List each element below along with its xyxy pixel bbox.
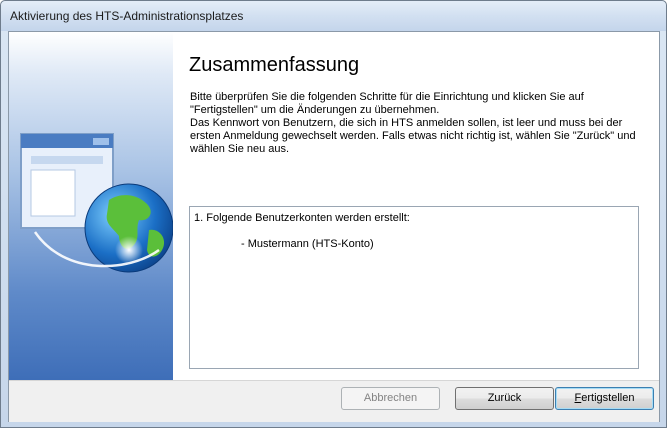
list-item: - Mustermann (HTS-Konto) [241, 238, 374, 250]
description-line: ersten Anmeldung gewechselt werden. Fall… [190, 130, 636, 142]
window-globe-icon [20, 133, 173, 273]
finish-label: ertigstellen [581, 392, 635, 404]
wizard-sidebar [9, 32, 173, 380]
wizard-window: Aktivierung des HTS-Administrationsplatz… [0, 0, 667, 428]
finish-button[interactable]: Fertigstellen [555, 387, 654, 410]
window-title: Aktivierung des HTS-Administrationsplatz… [10, 9, 244, 23]
wizard-content: Zusammenfassung Bitte überprüfen Sie die… [173, 32, 659, 380]
summary-header: 1. Folgende Benutzerkonten werden erstel… [194, 212, 410, 224]
wizard-client-area: Zusammenfassung Bitte überprüfen Sie die… [8, 31, 660, 422]
description-line: wählen Sie neu aus. [190, 143, 290, 155]
description-line: Bitte überprüfen Sie die folgenden Schri… [190, 91, 584, 103]
title-bar[interactable]: Aktivierung des HTS-Administrationsplatz… [1, 1, 666, 31]
summary-listbox[interactable]: 1. Folgende Benutzerkonten werden erstel… [189, 206, 639, 369]
back-button[interactable]: Zurück [455, 387, 554, 410]
description-line: Das Kennwort von Benutzern, die sich in … [190, 117, 623, 129]
cancel-button[interactable]: Abbrechen [341, 387, 440, 410]
page-description: Bitte überprüfen Sie die folgenden Schri… [190, 91, 650, 156]
page-title: Zusammenfassung [189, 54, 360, 76]
button-bar: Abbrechen Zurück Fertigstellen [9, 380, 659, 422]
description-line: "Fertigstellen" um die Änderungen zu übe… [190, 104, 440, 116]
